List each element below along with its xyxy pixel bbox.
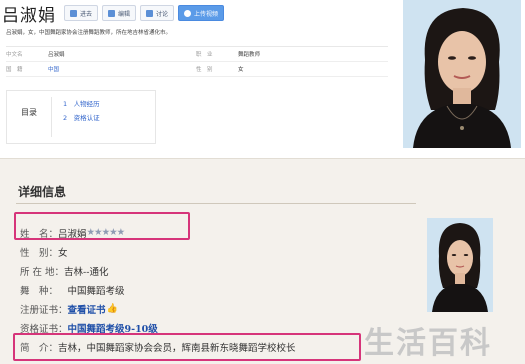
title-row: 吕淑娟 进去 编辑 讨论 上传视频 bbox=[2, 3, 225, 26]
toc-divider bbox=[51, 97, 52, 137]
enter-button[interactable]: 进去 bbox=[64, 5, 99, 21]
highlight-box-intro bbox=[13, 333, 361, 361]
info-key: 国 籍 bbox=[6, 67, 23, 73]
toc-item[interactable]: 2 资格认证 bbox=[63, 111, 100, 125]
info-row: 国 籍 中国 性 别 女 bbox=[6, 62, 388, 77]
upload-video-button[interactable]: 上传视频 bbox=[178, 5, 225, 21]
toolbar: 进去 编辑 讨论 上传视频 bbox=[64, 5, 225, 21]
field-label: 所 在 地： bbox=[20, 266, 65, 278]
info-table: 中文名 吕淑娟 职 业 舞蹈教师 国 籍 中国 性 别 女 bbox=[6, 46, 388, 77]
field-location: 所 在 地： 吉林--通化 bbox=[20, 261, 296, 280]
detail-title: 详细信息 bbox=[18, 185, 67, 199]
nationality-link[interactable]: 中国 bbox=[48, 65, 196, 73]
upload-icon bbox=[184, 9, 192, 17]
entry-title: 吕淑娟 bbox=[2, 5, 56, 26]
field-value: 中国舞蹈考级 bbox=[58, 285, 125, 297]
discuss-button-label: 讨论 bbox=[156, 10, 169, 18]
table-of-contents: 目录 1 人物经历 2 资格认证 bbox=[6, 90, 156, 144]
highlight-box-name bbox=[14, 212, 190, 240]
portrait-image bbox=[403, 0, 521, 148]
info-key: 职 业 bbox=[196, 52, 213, 58]
info-row: 中文名 吕淑娟 职 业 舞蹈教师 bbox=[6, 47, 388, 62]
divider bbox=[16, 203, 416, 204]
view-certificate-link[interactable]: 查看证书 bbox=[68, 302, 106, 316]
toc-list: 1 人物经历 2 资格认证 bbox=[63, 97, 100, 125]
enter-icon bbox=[70, 9, 77, 17]
enter-button-label: 进去 bbox=[80, 10, 93, 18]
toc-item[interactable]: 1 人物经历 bbox=[63, 97, 100, 111]
field-label: 性 别： bbox=[20, 247, 59, 259]
portrait-thumbnail bbox=[427, 218, 493, 312]
field-dance-type: 舞 种： 中国舞蹈考级 bbox=[20, 280, 296, 299]
discuss-button[interactable]: 讨论 bbox=[140, 5, 175, 21]
field-registration-cert: 注册证书： 查看证书 👍 bbox=[20, 299, 296, 318]
entry-summary: 吕淑娟，女，中国舞蹈家协会注册舞蹈教师，所在地吉林省通化市。 bbox=[6, 30, 172, 36]
info-value: 女 bbox=[238, 67, 244, 73]
toc-label: 目录 bbox=[21, 108, 37, 117]
field-gender: 性 别： 女 bbox=[20, 242, 296, 261]
thumbs-up-icon: 👍 bbox=[106, 303, 118, 314]
field-label: 注册证书： bbox=[20, 304, 68, 316]
info-key: 中文名 bbox=[6, 52, 23, 58]
portrait-thumbnail-image bbox=[427, 218, 493, 312]
edit-button[interactable]: 编辑 bbox=[102, 5, 137, 21]
info-key: 性 别 bbox=[196, 67, 213, 73]
info-value: 吕淑娟 bbox=[48, 52, 65, 58]
portrait-photo bbox=[403, 0, 521, 148]
edit-button-label: 编辑 bbox=[118, 10, 131, 18]
field-value: 女 bbox=[58, 247, 68, 259]
watermark: 生活百科 bbox=[364, 326, 492, 361]
pencil-icon bbox=[108, 9, 116, 17]
upload-video-button-label: 上传视频 bbox=[194, 10, 219, 18]
top-panel: 吕淑娟 进去 编辑 讨论 上传视频 吕淑娟，女，中国舞蹈家协会注册舞蹈教师，所在… bbox=[0, 0, 525, 150]
info-value: 舞蹈教师 bbox=[238, 52, 261, 58]
comment-icon bbox=[146, 9, 154, 17]
field-label: 舞 种： bbox=[20, 285, 59, 297]
field-value: 吉林--通化 bbox=[64, 266, 109, 278]
